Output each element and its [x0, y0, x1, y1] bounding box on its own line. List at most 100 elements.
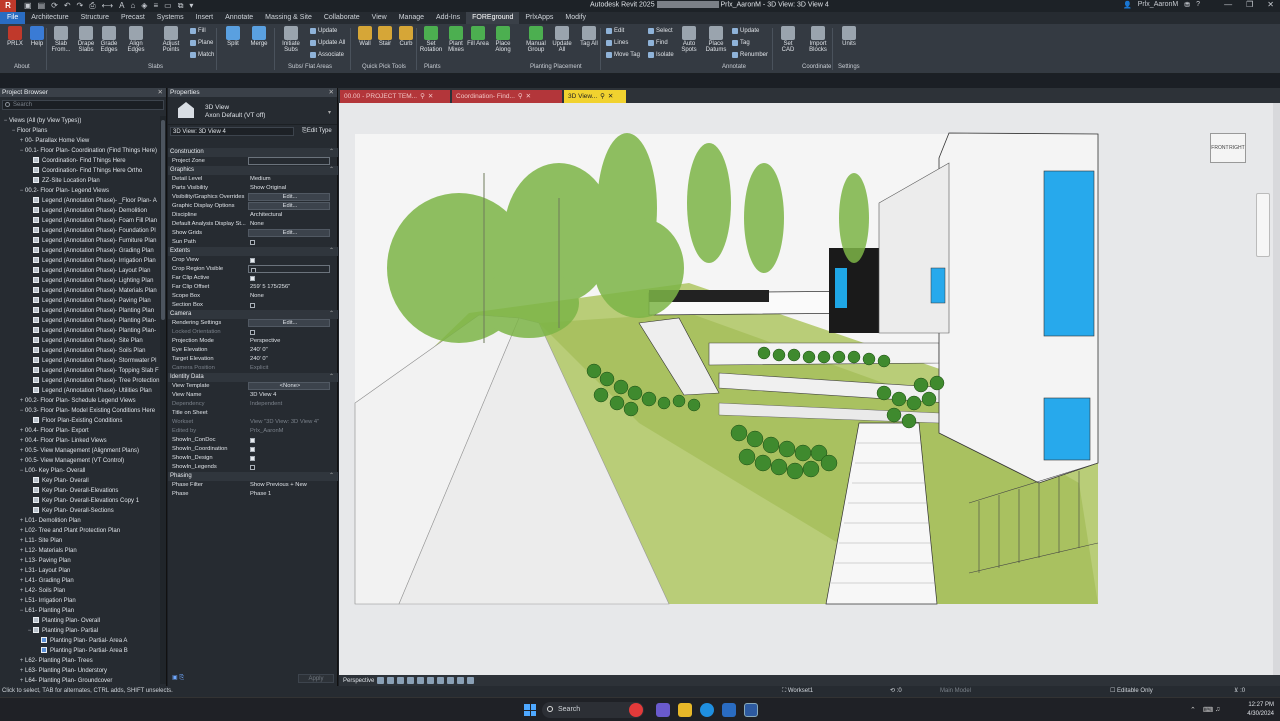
- ribbon-small-move-tag[interactable]: Move Tag: [606, 52, 640, 58]
- close-hidden-icon[interactable]: ▭: [164, 1, 172, 11]
- ribbon-button-auto-spots[interactable]: Auto Spots: [678, 26, 700, 53]
- ribbon-button-curb[interactable]: Curb: [395, 26, 417, 47]
- 3d-view-icon[interactable]: ⌂: [130, 1, 135, 11]
- ribbon-tab-manage[interactable]: Manage: [393, 12, 430, 24]
- tree-view-item[interactable]: Planting Plan- Partial- Area B: [0, 646, 160, 656]
- tree-view-item[interactable]: Legend (Annotation Phase)- Foam Fill Pla…: [0, 216, 160, 226]
- workset-selector[interactable]: ⛶ Workset1: [782, 686, 813, 697]
- property-checkbox[interactable]: [250, 456, 255, 461]
- visual-style-icon[interactable]: [387, 677, 395, 684]
- design-option-selector[interactable]: Main Model: [940, 686, 971, 697]
- close-icon[interactable]: ✕: [526, 90, 531, 103]
- tree-view-item[interactable]: Planting Plan- Overall: [0, 616, 160, 626]
- type-selector[interactable]: 3D View Axon Default (VT off) ▾: [168, 97, 337, 125]
- ribbon-button-help[interactable]: Help: [26, 26, 48, 47]
- tree-node[interactable]: + L01- Demolition Plan: [0, 516, 160, 526]
- expand-icon[interactable]: +: [18, 676, 25, 684]
- property-section[interactable]: Construction ⌃: [168, 148, 338, 157]
- help-icon[interactable]: ?: [1196, 1, 1200, 9]
- tree-view-item[interactable]: Floor Plan-Existing Conditions: [0, 416, 160, 426]
- worksets-icon[interactable]: ⟲ :0: [890, 686, 902, 697]
- print-icon[interactable]: ⎙: [89, 1, 95, 11]
- ribbon-button-import-blocks[interactable]: Import Blocks: [807, 26, 829, 53]
- tree-node[interactable]: − Floor Plans: [0, 126, 160, 136]
- property-value[interactable]: [248, 454, 330, 463]
- shadows-icon[interactable]: [407, 677, 415, 684]
- ribbon-button-stair[interactable]: Stair: [374, 26, 396, 47]
- redo-icon[interactable]: ↷: [77, 1, 84, 11]
- switch-windows-icon[interactable]: ⧉: [178, 1, 184, 11]
- close-icon[interactable]: ✕: [1267, 0, 1274, 9]
- tree-view-item[interactable]: Legend (Annotation Phase)- Utilities Pla…: [0, 386, 160, 396]
- ribbon-button-units[interactable]: Units: [838, 26, 860, 47]
- property-value[interactable]: Show Previous + New: [248, 481, 330, 490]
- ribbon-button-place-datums[interactable]: Place Datums: [705, 26, 727, 53]
- property-value[interactable]: 259' 5 175/256": [248, 283, 330, 292]
- ribbon-button-drape-slabs[interactable]: Drape Slabs: [75, 26, 97, 53]
- pin-icon[interactable]: ⚲: [420, 90, 425, 103]
- property-edit-button[interactable]: <None>: [248, 382, 330, 390]
- ribbon-button-merge[interactable]: Merge: [248, 26, 270, 47]
- pin-icon[interactable]: ⚲: [518, 90, 523, 103]
- property-value[interactable]: [248, 409, 330, 418]
- ribbon-tab-add-ins[interactable]: Add-Ins: [430, 12, 466, 24]
- view-tab[interactable]: Coordination- Find... ⚲ ✕: [452, 90, 562, 103]
- ribbon-tab-precast[interactable]: Precast: [115, 12, 151, 24]
- browser-scrollbar[interactable]: [160, 116, 166, 684]
- outlook-icon[interactable]: [722, 703, 736, 717]
- tree-view-item[interactable]: ZZ-Site Location Plan: [0, 176, 160, 186]
- ribbon-small-update-all[interactable]: Update All: [310, 40, 345, 46]
- tree-view-item[interactable]: Legend (Annotation Phase)- Demolition: [0, 206, 160, 216]
- tree-node[interactable]: + L12- Materials Plan: [0, 546, 160, 556]
- property-edit-button[interactable]: Edit...: [248, 202, 330, 210]
- property-value[interactable]: Perspective: [248, 337, 330, 346]
- property-checkbox[interactable]: [251, 268, 256, 272]
- tree-view-item[interactable]: Legend (Annotation Phase)- Lighting Plan: [0, 276, 160, 286]
- clock[interactable]: 12:27 PM 4/30/2024: [1247, 701, 1274, 719]
- ribbon-button-set-rotation[interactable]: Set Rotation: [420, 26, 442, 53]
- open-icon[interactable]: ▣: [24, 1, 32, 11]
- tree-view-item[interactable]: Legend (Annotation Phase)- Site Plan: [0, 336, 160, 346]
- tree-node[interactable]: + L64- Planting Plan- Groundcover: [0, 676, 160, 684]
- tree-node[interactable]: + L51- Irrigation Plan: [0, 596, 160, 606]
- close-icon[interactable]: ✕: [329, 88, 334, 97]
- expand-icon[interactable]: +: [18, 396, 25, 406]
- tree-node[interactable]: + L31- Layout Plan: [0, 566, 160, 576]
- edit-type-button[interactable]: Edit Type: [307, 128, 332, 134]
- ribbon-small-fill[interactable]: Fill: [190, 28, 206, 34]
- tree-view-item[interactable]: Legend (Annotation Phase)- Layout Plan: [0, 266, 160, 276]
- ribbon-group-slabs[interactable]: Slabs: [148, 64, 163, 70]
- tree-node[interactable]: +00.5- View Management (VT Control): [0, 456, 160, 466]
- show-crop-icon[interactable]: [437, 677, 445, 684]
- ribbon-group-coordinate[interactable]: Coordinate: [802, 64, 831, 70]
- property-value[interactable]: [248, 301, 330, 310]
- tree-view-item[interactable]: − Planting Plan- Partial: [0, 626, 160, 636]
- ribbon-tab-prlxapps[interactable]: PrlxApps: [519, 12, 559, 24]
- minimize-icon[interactable]: —: [1224, 0, 1232, 9]
- property-value[interactable]: None: [248, 220, 330, 229]
- ribbon-small-associate[interactable]: Associate: [310, 52, 344, 58]
- tree-view-item[interactable]: Legend (Annotation Phase)- Soils Plan: [0, 346, 160, 356]
- render-icon[interactable]: [417, 677, 425, 684]
- tree-view-item[interactable]: Key Plan- Overall-Elevations: [0, 486, 160, 496]
- expand-icon[interactable]: +: [18, 666, 25, 676]
- view-tab[interactable]: 3D View... ⚲ ✕: [564, 90, 626, 103]
- collapse-icon[interactable]: −: [26, 626, 33, 636]
- ribbon-tab-insert[interactable]: Insert: [190, 12, 220, 24]
- ribbon-small-renumber[interactable]: Renumber: [732, 52, 768, 58]
- file-explorer-icon[interactable]: [678, 703, 692, 717]
- property-checkbox[interactable]: [250, 240, 255, 245]
- property-section[interactable]: Camera ⌃: [168, 310, 338, 319]
- property-edit-button[interactable]: Edit...: [248, 193, 330, 201]
- chevron-down-icon[interactable]: ▾: [328, 109, 331, 116]
- revit-taskbar-icon[interactable]: [744, 703, 758, 717]
- ribbon-group-about[interactable]: About: [14, 64, 30, 70]
- property-value[interactable]: [248, 274, 330, 283]
- tree-view-item[interactable]: Key Plan- Overall: [0, 476, 160, 486]
- viewcube[interactable]: FRONT RIGHT: [1210, 133, 1246, 163]
- revit-logo[interactable]: R: [0, 0, 16, 12]
- collapse-icon[interactable]: ⌃: [329, 247, 334, 256]
- edge-icon[interactable]: [700, 703, 714, 717]
- collapse-icon[interactable]: −: [2, 116, 9, 126]
- tree-view-item[interactable]: Legend (Annotation Phase)- Tree Protecti…: [0, 376, 160, 386]
